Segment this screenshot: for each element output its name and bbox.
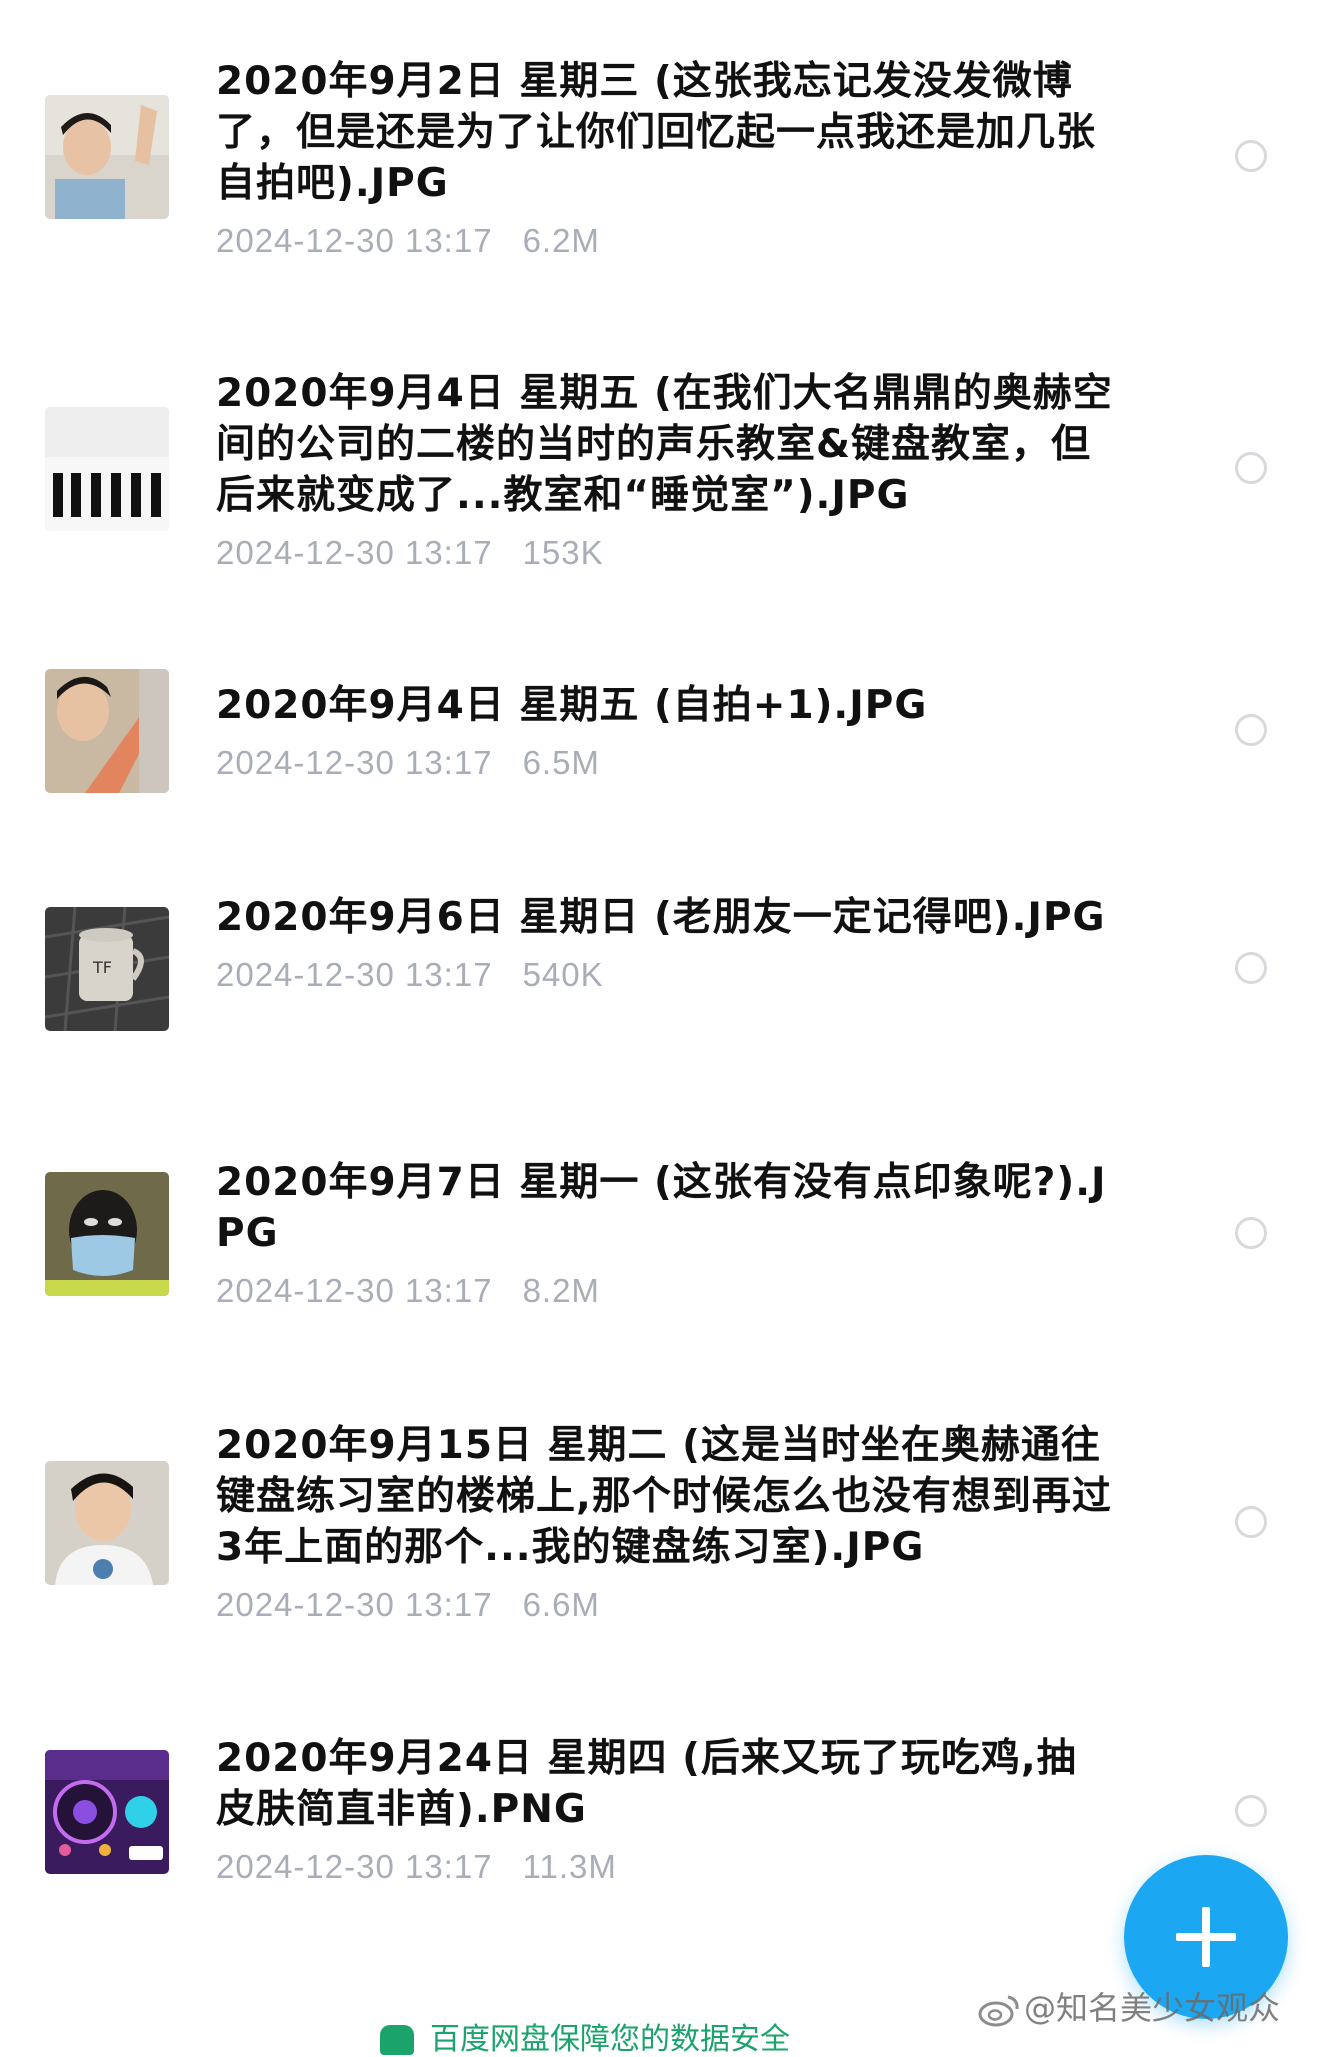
file-info: 2020年9月24日 星期四 (后来又玩了玩吃鸡,抽皮肤简直非酋).PNG 20…: [216, 1733, 1116, 1887]
security-notice[interactable]: 百度网盘保障您的数据安全: [380, 2025, 790, 2055]
file-size: 6.2M: [522, 222, 600, 259]
file-info: 2020年9月15日 星期二 (这是当时坐在奥赫通往键盘练习室的楼梯上,那个时候…: [216, 1420, 1116, 1625]
file-thumbnail: [45, 1461, 169, 1585]
file-name: 2020年9月15日 星期二 (这是当时坐在奥赫通往键盘练习室的楼梯上,那个时候…: [216, 1423, 1112, 1570]
weibo-icon: [978, 1995, 1019, 2027]
file-thumbnail: [45, 1172, 169, 1296]
file-size: 6.6M: [522, 1586, 600, 1623]
file-date: 2024-12-30 13:17: [216, 1848, 493, 1885]
shield-icon: [380, 2025, 414, 2055]
file-thumbnail: [45, 407, 169, 531]
file-meta: 2024-12-30 13:17 6.5M: [216, 743, 1116, 783]
select-radio[interactable]: [1235, 140, 1267, 172]
file-thumbnail: [45, 1750, 169, 1874]
select-radio[interactable]: [1235, 1217, 1267, 1249]
file-meta: 2024-12-30 13:17 6.2M: [216, 221, 1116, 261]
watermark-text: @知名美少女观众: [1024, 1989, 1281, 2027]
select-radio[interactable]: [1235, 1506, 1267, 1538]
file-name: 2020年9月6日 星期日 (老朋友一定记得吧).JPG: [216, 895, 1106, 940]
select-radio[interactable]: [1235, 714, 1267, 746]
file-date: 2024-12-30 13:17: [216, 1586, 493, 1623]
file-thumbnail: [45, 95, 169, 219]
file-info: 2020年9月7日 星期一 (这张有没有点印象呢?).JPG 2024-12-3…: [216, 1157, 1116, 1311]
file-date: 2024-12-30 13:17: [216, 1272, 493, 1309]
file-meta: 2024-12-30 13:17 540K: [216, 955, 1116, 995]
file-name: 2020年9月4日 星期五 (自拍+1).JPG: [216, 683, 928, 728]
file-name: 2020年9月7日 星期一 (这张有没有点印象呢?).JPG: [216, 1160, 1107, 1256]
file-name: 2020年9月24日 星期四 (后来又玩了玩吃鸡,抽皮肤简直非酋).PNG: [216, 1736, 1077, 1832]
file-name: 2020年9月2日 星期三 (这张我忘记发没发微博了，但是还是为了让你们回忆起一…: [216, 59, 1097, 206]
file-size: 540K: [522, 956, 604, 993]
security-notice-text: 百度网盘保障您的数据安全: [430, 2022, 790, 2057]
file-info: 2020年9月2日 星期三 (这张我忘记发没发微博了，但是还是为了让你们回忆起一…: [216, 56, 1116, 261]
file-meta: 2024-12-30 13:17 8.2M: [216, 1271, 1116, 1311]
select-radio[interactable]: [1235, 452, 1267, 484]
file-meta: 2024-12-30 13:17 6.6M: [216, 1585, 1116, 1625]
file-size: 153K: [522, 534, 604, 571]
select-radio[interactable]: [1235, 1795, 1267, 1827]
file-thumbnail: TF: [45, 907, 169, 1031]
file-info: 2020年9月6日 星期日 (老朋友一定记得吧).JPG 2024-12-30 …: [216, 892, 1116, 995]
file-meta: 2024-12-30 13:17 153K: [216, 533, 1116, 573]
watermark: @知名美少女观众: [978, 1986, 1280, 2030]
file-info: 2020年9月4日 星期五 (自拍+1).JPG 2024-12-30 13:1…: [216, 680, 1116, 783]
file-meta: 2024-12-30 13:17 11.3M: [216, 1847, 1116, 1887]
file-name: 2020年9月4日 星期五 (在我们大名鼎鼎的奥赫空间的公司的二楼的当时的声乐教…: [216, 371, 1113, 518]
file-info: 2020年9月4日 星期五 (在我们大名鼎鼎的奥赫空间的公司的二楼的当时的声乐教…: [216, 368, 1116, 573]
file-thumbnail: [45, 669, 169, 793]
file-size: 8.2M: [522, 1272, 600, 1309]
file-date: 2024-12-30 13:17: [216, 222, 493, 259]
file-size: 11.3M: [522, 1848, 617, 1885]
file-date: 2024-12-30 13:17: [216, 956, 493, 993]
file-size: 6.5M: [522, 744, 600, 781]
file-date: 2024-12-30 13:17: [216, 744, 493, 781]
select-radio[interactable]: [1235, 952, 1267, 984]
plus-icon: [1176, 1907, 1236, 1967]
svg-text:TF: TF: [92, 958, 112, 977]
file-date: 2024-12-30 13:17: [216, 534, 493, 571]
